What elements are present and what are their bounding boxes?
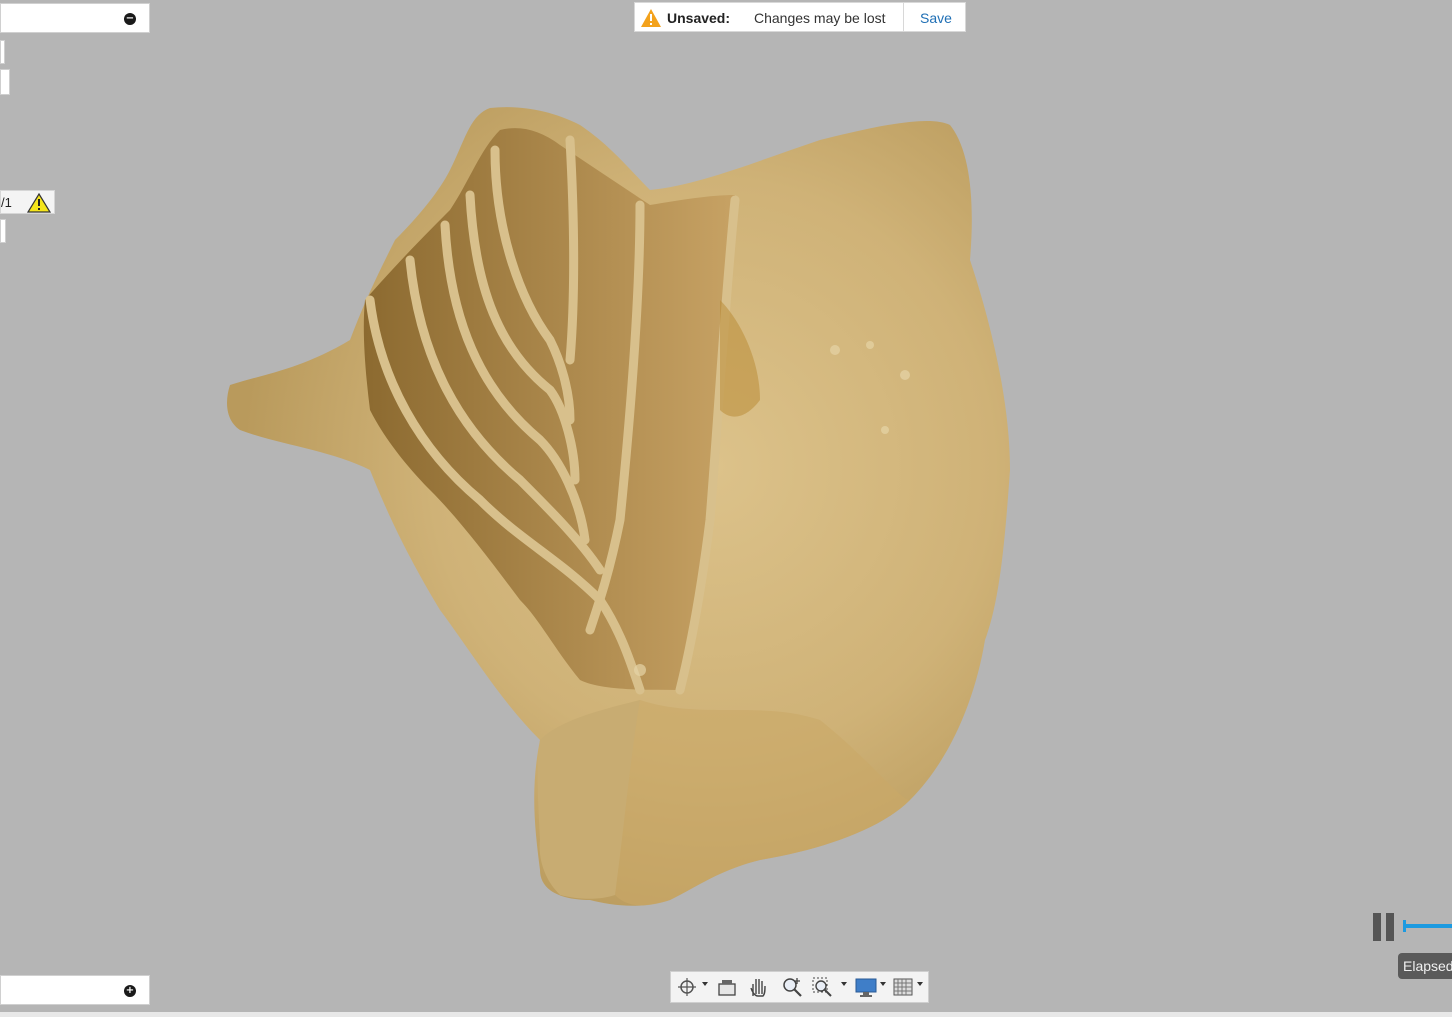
minus-circle-icon[interactable]: − (124, 13, 136, 25)
plus-circle-icon[interactable]: + (124, 985, 136, 997)
timeline-progress-track[interactable] (1403, 924, 1452, 928)
grid-dropdown-caret[interactable] (917, 982, 923, 986)
save-button[interactable]: Save (920, 10, 952, 26)
status-strip (0, 1012, 1452, 1017)
display-dropdown-caret[interactable] (880, 982, 886, 986)
zoom-icon[interactable] (781, 976, 803, 998)
orbit-icon[interactable] (677, 976, 697, 998)
look-at-icon[interactable] (717, 976, 737, 998)
orbit-dropdown-caret[interactable] (702, 982, 708, 986)
unsaved-title: Unsaved: (667, 10, 731, 26)
pause-icon[interactable] (1373, 913, 1395, 941)
browser-warning-row[interactable]: /1 (0, 190, 55, 214)
banner-divider (903, 3, 904, 31)
warning-triangle-icon (27, 193, 51, 213)
elapsed-tooltip: Elapsed (1398, 953, 1452, 979)
comments-header[interactable]: + (0, 975, 150, 1005)
browser-stub-2[interactable] (0, 69, 10, 95)
timeline-progress-knob[interactable] (1403, 920, 1406, 932)
unsaved-banner: Unsaved: Changes may be lost Save (634, 2, 966, 32)
browser-header[interactable]: − (0, 3, 150, 33)
zoom-window-icon[interactable] (812, 976, 834, 998)
warning-row-label: /1 (1, 195, 12, 210)
display-settings-icon[interactable] (855, 976, 877, 998)
3d-viewport[interactable]: − /1 + Unsaved: Changes may be lost Save (0, 0, 1452, 1012)
grid-settings-icon[interactable] (893, 976, 913, 998)
browser-stub-3[interactable] (0, 219, 6, 243)
zoom-dropdown-caret[interactable] (841, 982, 847, 986)
pan-icon[interactable] (748, 976, 768, 998)
warning-triangle-icon (641, 9, 661, 27)
browser-stub-1[interactable] (0, 40, 5, 64)
navigation-toolbar (670, 971, 929, 1003)
shell-model[interactable] (0, 0, 1452, 1012)
unsaved-message: Changes may be lost (754, 10, 886, 26)
